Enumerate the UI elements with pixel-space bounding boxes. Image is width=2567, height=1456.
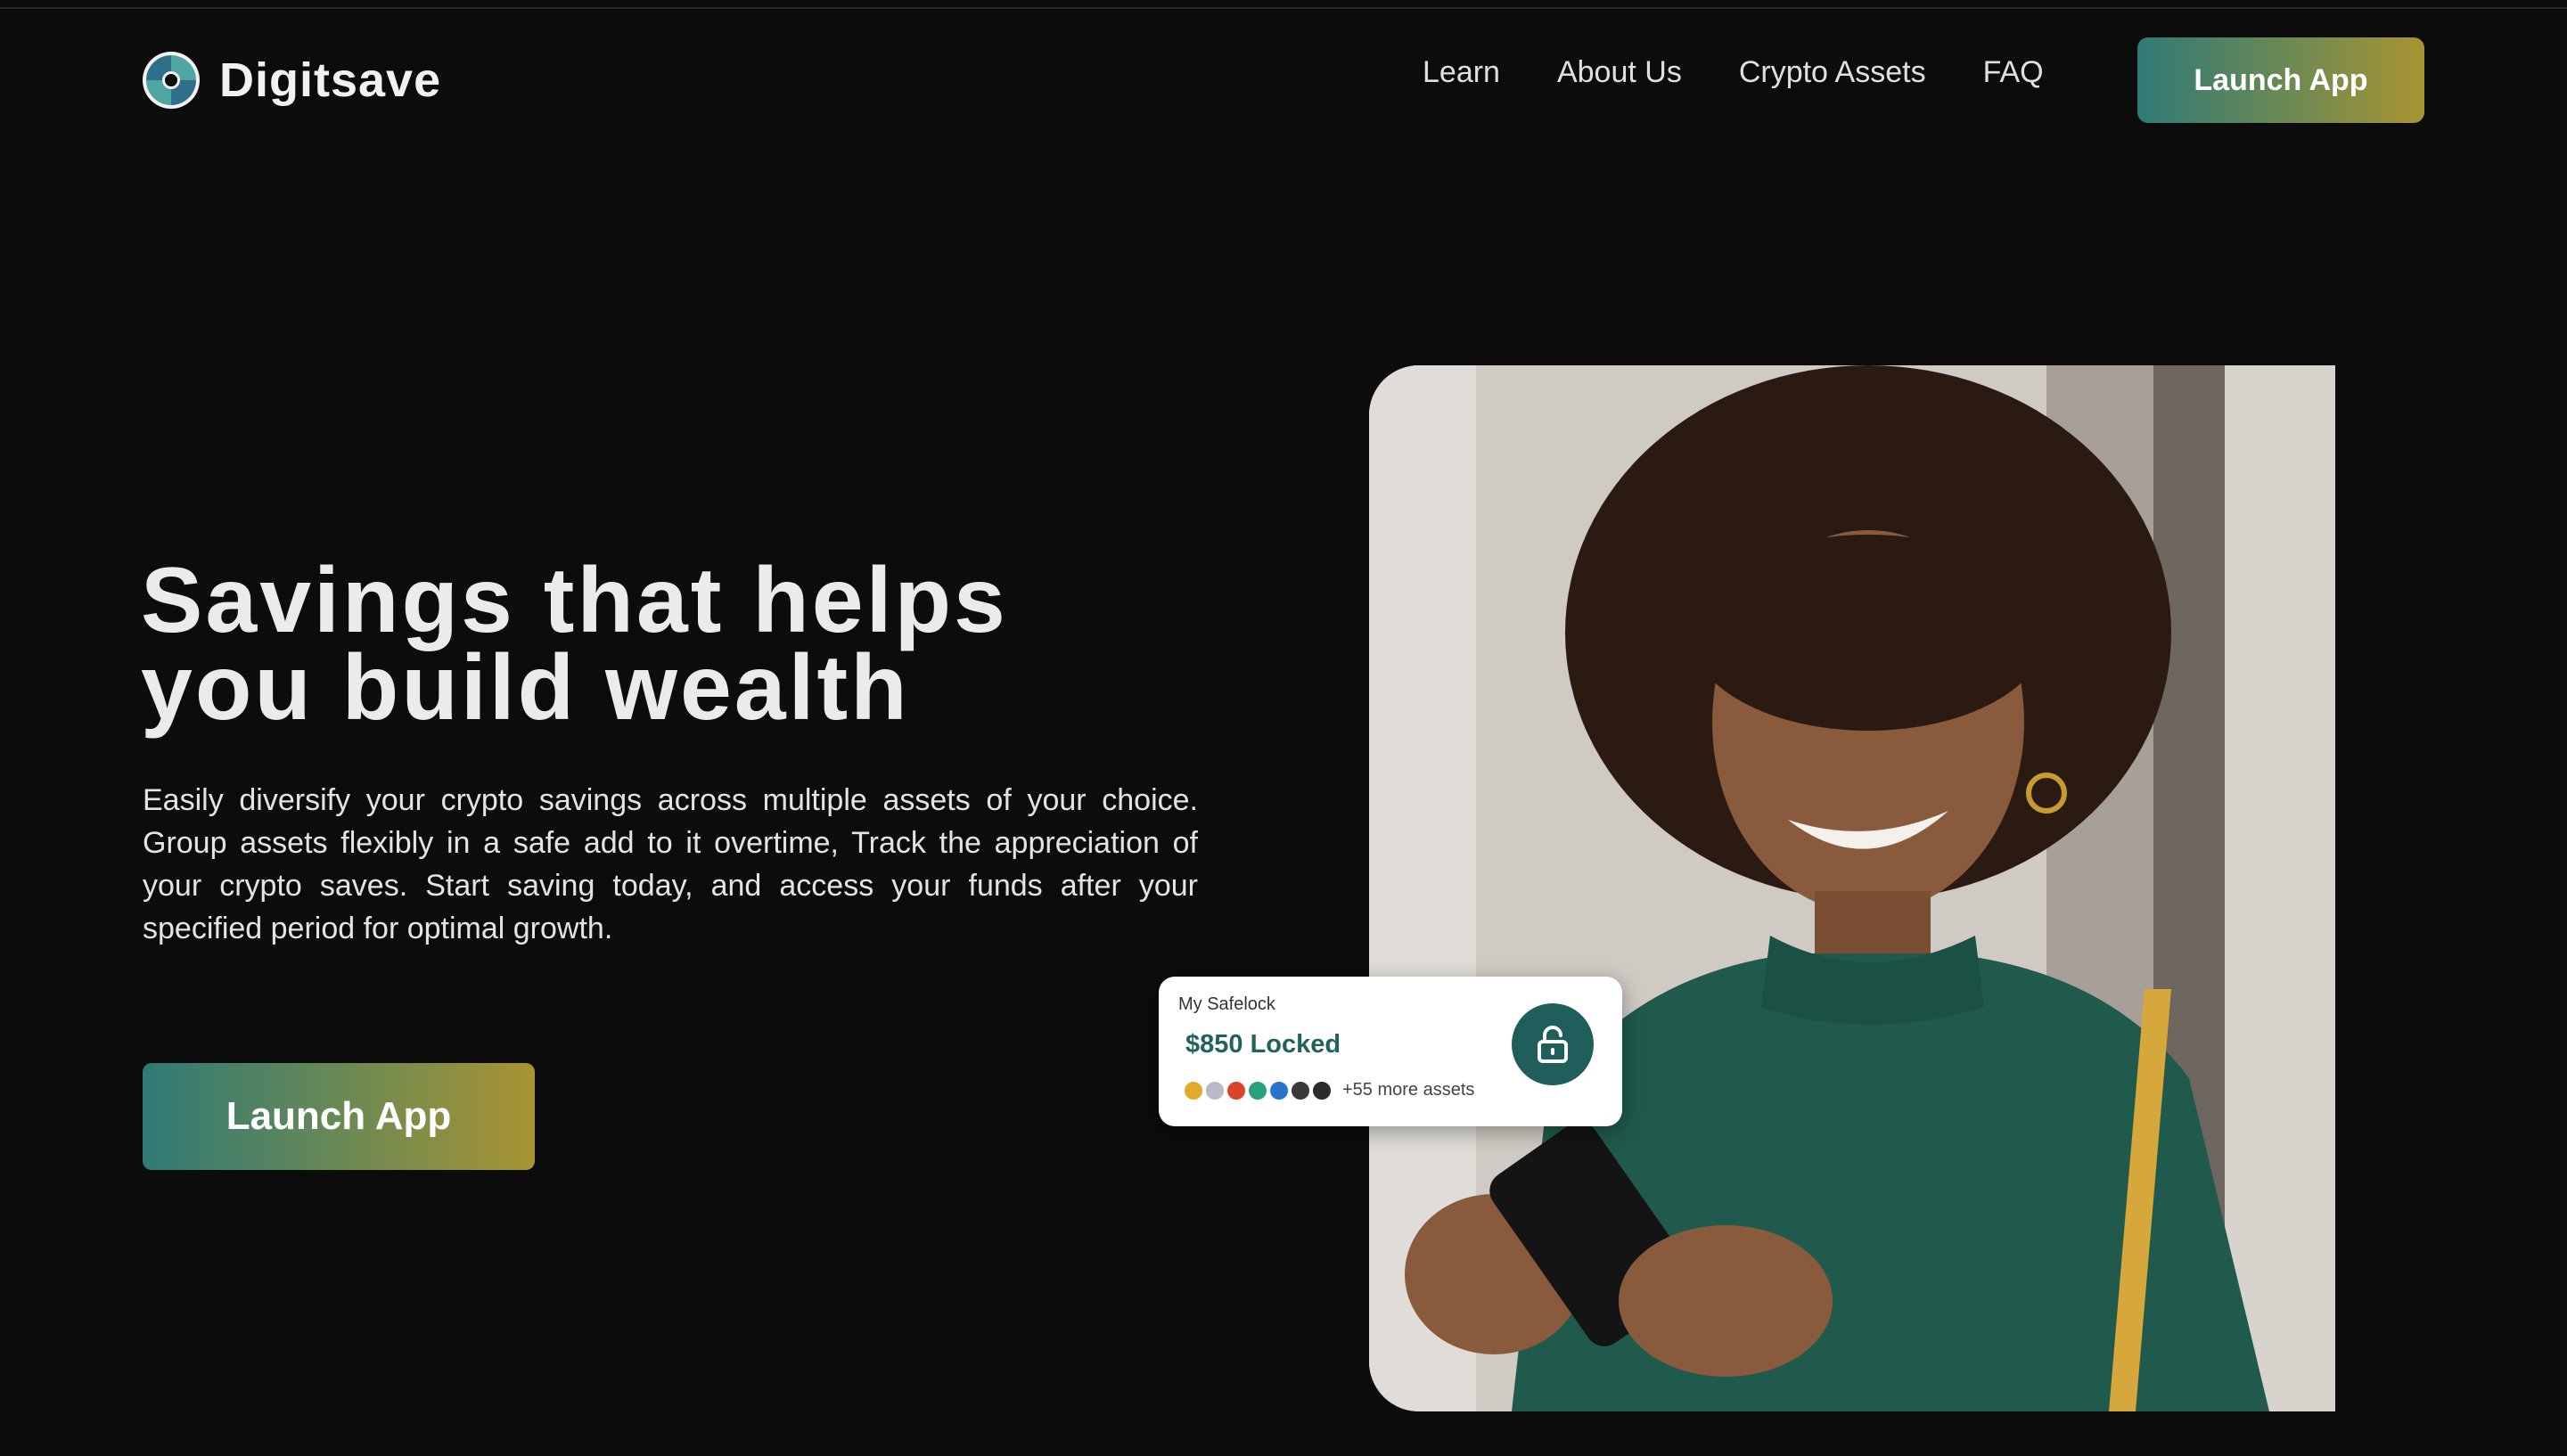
hero-description: Easily diversify your crypto savings acr… [143, 783, 1198, 945]
top-navigation: Digitsave Learn About Us Crypto Assets F… [0, 0, 2567, 160]
hero-title: Savings that helps you build wealth [141, 554, 1300, 734]
coin-icon [1248, 1080, 1267, 1100]
hero-photo [1369, 365, 2335, 1411]
hero-title-line2: you build wealth [141, 636, 910, 740]
unlock-glyph [1538, 1026, 1568, 1063]
coin-icon [1205, 1080, 1225, 1100]
woman-with-phone-image [1369, 365, 2335, 1411]
coin-icon [1291, 1080, 1310, 1100]
nav-launch-app-button[interactable]: Launch App [2137, 37, 2424, 123]
safelock-amount: $850 Locked [1185, 1030, 1341, 1059]
nav-link-about-us[interactable]: About Us [1557, 55, 1682, 90]
unlock-icon[interactable] [1512, 1003, 1594, 1085]
digitsave-logo-icon [143, 52, 200, 109]
nav-link-faq[interactable]: FAQ [1983, 55, 2044, 90]
coin-icon [1184, 1080, 1203, 1100]
asset-coins: +55 more assets [1184, 1080, 1474, 1100]
coin-icon [1269, 1080, 1289, 1100]
nav-link-crypto-assets[interactable]: Crypto Assets [1739, 55, 1926, 90]
safelock-card[interactable]: My Safelock $850 Locked +55 more assets [1159, 977, 1622, 1126]
hero-launch-app-button[interactable]: Launch App [143, 1063, 535, 1170]
brand-name: Digitsave [219, 53, 442, 107]
safelock-label: My Safelock [1178, 994, 1275, 1014]
nav-links: Learn About Us Crypto Assets FAQ [1423, 55, 2044, 90]
nav-link-learn[interactable]: Learn [1423, 55, 1500, 90]
coin-icon [1226, 1080, 1246, 1100]
brand-logo[interactable]: Digitsave [141, 50, 441, 110]
more-assets-label: +55 more assets [1342, 1080, 1475, 1100]
coin-icon [1312, 1080, 1332, 1100]
